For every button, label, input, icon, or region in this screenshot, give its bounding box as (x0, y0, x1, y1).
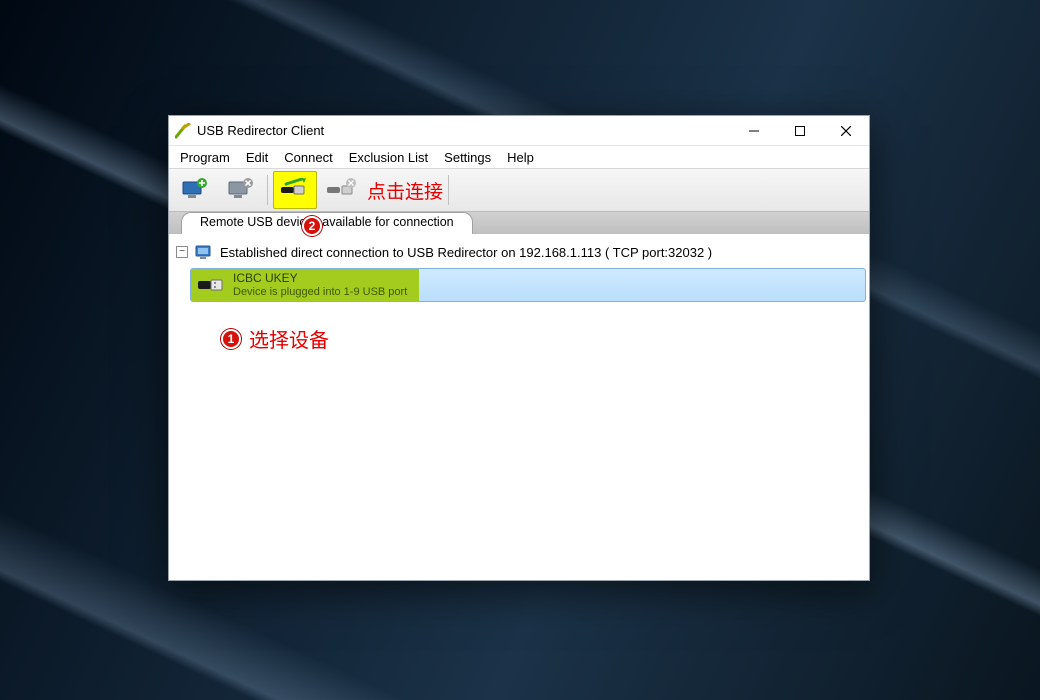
tabstrip: Remote USB devices available for connect… (169, 212, 869, 234)
window-title: USB Redirector Client (197, 123, 731, 138)
app-window: USB Redirector Client Program Edit Conne… (168, 115, 870, 581)
annotation-badge-1: 1 (221, 329, 241, 349)
menu-program[interactable]: Program (172, 148, 238, 167)
menu-exclusion-list[interactable]: Exclusion List (341, 148, 436, 167)
toolbar: 点击连接 (169, 168, 869, 212)
annotation-select-device: 1 选择设备 (221, 324, 329, 353)
device-chip: ICBC UKEY Device is plugged into 1-9 USB… (191, 269, 419, 301)
app-icon (175, 123, 191, 139)
tab-remote-devices[interactable]: Remote USB devices available for connect… (181, 212, 473, 234)
annotation-select-device-label: 选择设备 (249, 324, 329, 353)
toolbar-separator (267, 175, 268, 205)
maximize-button[interactable] (777, 116, 823, 145)
annotation-badge-2: 2 (302, 216, 322, 236)
connect-device-button[interactable] (273, 171, 317, 209)
menu-connect[interactable]: Connect (276, 148, 340, 167)
usb-plug-icon (197, 277, 225, 293)
device-name: ICBC UKEY (233, 272, 407, 286)
device-subtext: Device is plugged into 1-9 USB port (233, 286, 407, 299)
tree-server-node[interactable]: − Established direct connection to USB R… (172, 240, 866, 264)
server-label: Established direct connection to USB Red… (220, 245, 712, 260)
minimize-button[interactable] (731, 116, 777, 145)
device-row[interactable]: ICBC UKEY Device is plugged into 1-9 USB… (190, 268, 866, 302)
remove-server-button[interactable] (218, 171, 262, 209)
annotation-click-connect: 点击连接 (367, 177, 443, 204)
close-button[interactable] (823, 116, 869, 145)
tree-collapse-toggle[interactable]: − (176, 246, 188, 258)
server-icon (194, 242, 214, 262)
disconnect-device-button[interactable] (319, 171, 363, 209)
menu-settings[interactable]: Settings (436, 148, 499, 167)
titlebar[interactable]: USB Redirector Client (169, 116, 869, 146)
menubar: Program Edit Connect Exclusion List Sett… (169, 146, 869, 168)
add-server-button[interactable] (172, 171, 216, 209)
tab-label: Remote USB devices available for connect… (200, 215, 454, 229)
device-tree-panel: − Established direct connection to USB R… (169, 234, 869, 580)
menu-edit[interactable]: Edit (238, 148, 276, 167)
menu-help[interactable]: Help (499, 148, 542, 167)
toolbar-separator (448, 175, 449, 205)
